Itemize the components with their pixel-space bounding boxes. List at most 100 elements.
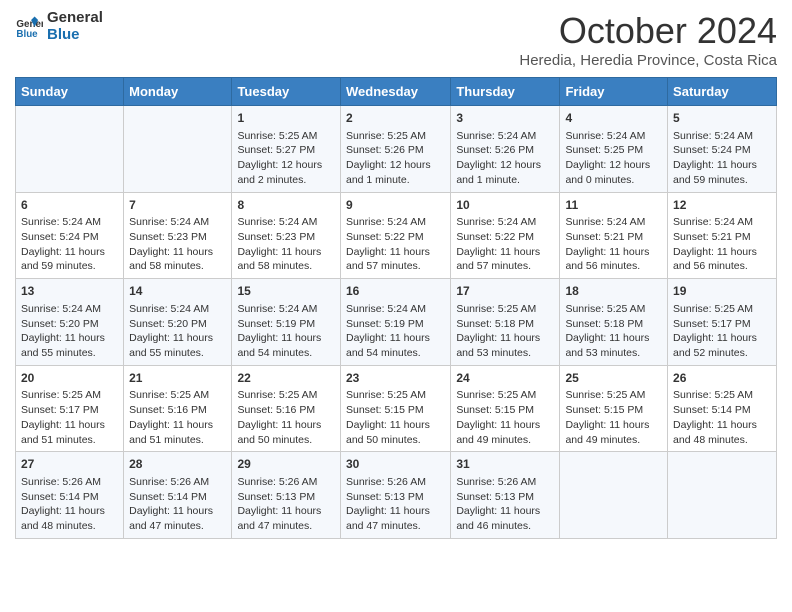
day-info-line: Sunrise: 5:24 AM [21,215,118,230]
calendar-day-6: 6Sunrise: 5:24 AMSunset: 5:24 PMDaylight… [16,192,124,279]
day-info-line: Sunset: 5:14 PM [129,490,226,505]
day-number: 27 [21,456,118,473]
day-info-line: Daylight: 12 hours and 0 minutes. [565,158,662,187]
day-number: 24 [456,370,554,387]
calendar-table: SundayMondayTuesdayWednesdayThursdayFrid… [15,77,777,539]
day-info-line: Daylight: 11 hours and 54 minutes. [237,331,335,360]
day-info-line: Daylight: 12 hours and 1 minute. [346,158,445,187]
day-info-line: Sunset: 5:20 PM [21,317,118,332]
header-sunday: Sunday [16,78,124,106]
day-info-line: Daylight: 11 hours and 47 minutes. [237,504,335,533]
day-info-line: Daylight: 11 hours and 53 minutes. [456,331,554,360]
day-number: 2 [346,110,445,127]
day-info-line: Sunset: 5:25 PM [565,143,662,158]
day-info-line: Sunrise: 5:25 AM [673,388,771,403]
day-number: 18 [565,283,662,300]
logo-text-general: General [47,10,103,27]
calendar-day-7: 7Sunrise: 5:24 AMSunset: 5:23 PMDaylight… [124,192,232,279]
day-info-line: Sunset: 5:24 PM [673,143,771,158]
day-info-line: Sunrise: 5:24 AM [346,215,445,230]
day-info-line: Sunrise: 5:24 AM [346,302,445,317]
day-info-line: Sunset: 5:17 PM [673,317,771,332]
calendar-day-19: 19Sunrise: 5:25 AMSunset: 5:17 PMDayligh… [668,279,777,366]
day-number: 8 [237,197,335,214]
calendar-day-15: 15Sunrise: 5:24 AMSunset: 5:19 PMDayligh… [232,279,341,366]
day-info-line: Sunset: 5:20 PM [129,317,226,332]
day-info-line: Daylight: 11 hours and 59 minutes. [673,158,771,187]
calendar-empty-cell [560,452,668,539]
calendar-empty-cell [16,106,124,193]
day-info-line: Daylight: 11 hours and 53 minutes. [565,331,662,360]
day-info-line: Daylight: 11 hours and 47 minutes. [129,504,226,533]
day-info-line: Sunset: 5:15 PM [346,403,445,418]
day-info-line: Daylight: 11 hours and 55 minutes. [129,331,226,360]
calendar-day-25: 25Sunrise: 5:25 AMSunset: 5:15 PMDayligh… [560,365,668,452]
day-number: 23 [346,370,445,387]
day-info-line: Daylight: 11 hours and 50 minutes. [237,418,335,447]
calendar-week-row: 13Sunrise: 5:24 AMSunset: 5:20 PMDayligh… [16,279,777,366]
day-info-line: Sunrise: 5:26 AM [129,475,226,490]
day-info-line: Sunrise: 5:24 AM [673,215,771,230]
page-header: General Blue General Blue October 2024 H… [15,10,777,69]
day-number: 12 [673,197,771,214]
day-info-line: Sunset: 5:13 PM [456,490,554,505]
day-info-line: Daylight: 11 hours and 55 minutes. [21,331,118,360]
day-number: 28 [129,456,226,473]
day-info-line: Sunrise: 5:26 AM [237,475,335,490]
calendar-day-9: 9Sunrise: 5:24 AMSunset: 5:22 PMDaylight… [340,192,450,279]
calendar-day-18: 18Sunrise: 5:25 AMSunset: 5:18 PMDayligh… [560,279,668,366]
day-number: 17 [456,283,554,300]
header-tuesday: Tuesday [232,78,341,106]
day-info-line: Sunrise: 5:24 AM [565,215,662,230]
day-info-line: Daylight: 11 hours and 59 minutes. [21,245,118,274]
svg-text:Blue: Blue [16,28,38,39]
calendar-day-31: 31Sunrise: 5:26 AMSunset: 5:13 PMDayligh… [451,452,560,539]
day-info-line: Sunset: 5:17 PM [21,403,118,418]
calendar-week-row: 1Sunrise: 5:25 AMSunset: 5:27 PMDaylight… [16,106,777,193]
day-info-line: Sunrise: 5:24 AM [129,302,226,317]
day-info-line: Sunset: 5:22 PM [346,230,445,245]
calendar-day-10: 10Sunrise: 5:24 AMSunset: 5:22 PMDayligh… [451,192,560,279]
day-number: 7 [129,197,226,214]
day-number: 5 [673,110,771,127]
calendar-day-5: 5 Sunrise: 5:24 AMSunset: 5:24 PMDaylight… [668,106,777,193]
day-info-line: Daylight: 11 hours and 57 minutes. [346,245,445,274]
day-number: 16 [346,283,445,300]
day-info-line: Sunset: 5:19 PM [237,317,335,332]
day-number: 25 [565,370,662,387]
day-number: 20 [21,370,118,387]
day-info-line: Daylight: 11 hours and 52 minutes. [673,331,771,360]
logo: General Blue General Blue [15,10,103,43]
day-info-line: Sunrise: 5:24 AM [21,302,118,317]
day-number: 11 [565,197,662,214]
day-number: 10 [456,197,554,214]
calendar-week-row: 27Sunrise: 5:26 AMSunset: 5:14 PMDayligh… [16,452,777,539]
calendar-week-row: 6Sunrise: 5:24 AMSunset: 5:24 PMDaylight… [16,192,777,279]
calendar-empty-cell [124,106,232,193]
day-info-line: Sunrise: 5:25 AM [456,302,554,317]
day-info-line: Sunset: 5:26 PM [346,143,445,158]
calendar-header-row: SundayMondayTuesdayWednesdayThursdayFrid… [16,78,777,106]
day-info-line: Sunrise: 5:25 AM [565,302,662,317]
day-info-line: Sunset: 5:22 PM [456,230,554,245]
day-info-line: Sunset: 5:13 PM [346,490,445,505]
day-info-line: Sunset: 5:14 PM [21,490,118,505]
location-subtitle: Heredia, Heredia Province, Costa Rica [519,52,777,69]
day-number: 21 [129,370,226,387]
header-saturday: Saturday [668,78,777,106]
day-info-line: Sunrise: 5:25 AM [129,388,226,403]
calendar-day-8: 8Sunrise: 5:24 AMSunset: 5:23 PMDaylight… [232,192,341,279]
calendar-day-12: 12Sunrise: 5:24 AMSunset: 5:21 PMDayligh… [668,192,777,279]
day-number: 6 [21,197,118,214]
day-info-line: Sunrise: 5:25 AM [21,388,118,403]
day-info-line: Sunrise: 5:24 AM [673,129,771,144]
day-number: 30 [346,456,445,473]
day-info-line: Sunset: 5:15 PM [565,403,662,418]
logo-text-blue: Blue [47,27,103,44]
day-info-line: Daylight: 11 hours and 51 minutes. [21,418,118,447]
logo-icon: General Blue [15,13,43,41]
day-number: 19 [673,283,771,300]
day-info-line: Sunset: 5:13 PM [237,490,335,505]
day-info-line: Sunset: 5:23 PM [237,230,335,245]
day-info-line: Daylight: 11 hours and 46 minutes. [456,504,554,533]
